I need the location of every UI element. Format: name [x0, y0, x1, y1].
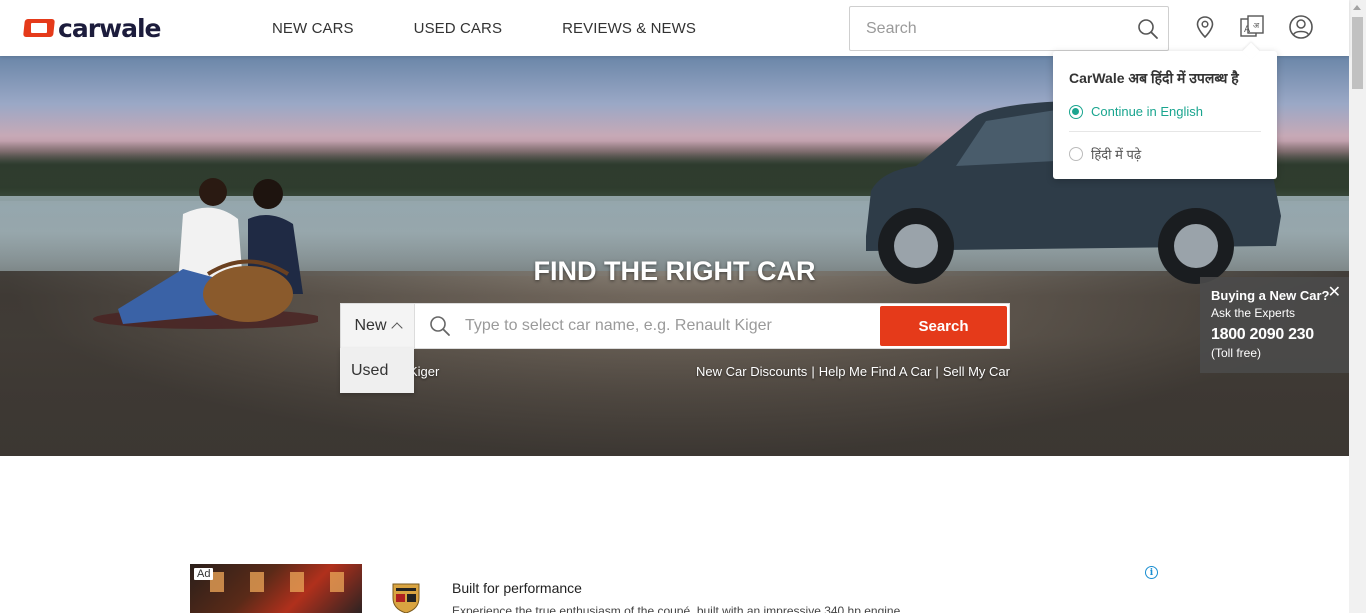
find-car-input[interactable]: [465, 304, 878, 348]
find-car-input-wrap: [415, 304, 878, 348]
experts-phone[interactable]: 1800 2090 230: [1211, 326, 1349, 344]
language-option-hindi[interactable]: हिंदी में पढ़े: [1069, 145, 1261, 163]
chevron-up-icon: [390, 322, 403, 334]
link-separator: |: [935, 364, 939, 379]
search-icon[interactable]: [1128, 7, 1168, 50]
ad-info-icon[interactable]: i: [1145, 566, 1158, 579]
nav-used-cars[interactable]: USED CARS: [414, 20, 502, 37]
radio-unselected-icon: [1069, 147, 1083, 161]
ask-experts-box[interactable]: Buying a New Car? Ask the Experts 1800 2…: [1200, 277, 1349, 373]
logo-wordmark: carwale: [58, 13, 162, 43]
car-type-toggle[interactable]: New: [341, 304, 415, 348]
link-sell-my-car[interactable]: Sell My Car: [943, 364, 1010, 379]
radio-selected-icon: [1069, 104, 1083, 119]
nav-reviews-news[interactable]: REVIEWS & NEWS: [562, 20, 696, 37]
car-type-label: New: [354, 317, 387, 334]
language-option-label: हिंदी में पढ़े: [1091, 147, 1142, 162]
experts-note: (Toll free): [1211, 346, 1262, 360]
nav-new-cars[interactable]: NEW CARS: [272, 20, 354, 37]
svg-text:अ: अ: [1253, 21, 1260, 30]
header-search-box: [849, 6, 1169, 51]
svg-text:A: A: [1244, 25, 1251, 35]
language-popup-title: CarWale अब हिंदी में उपलब्ध है: [1069, 70, 1239, 86]
find-car-search-bar: New Search: [340, 303, 1010, 349]
language-popup: CarWale अब हिंदी में उपलब्ध है Continue …: [1053, 51, 1277, 179]
search-icon: [415, 304, 465, 348]
language-option-english[interactable]: Continue in English: [1069, 104, 1261, 132]
ad-title[interactable]: Built for performance: [452, 580, 582, 596]
page-scrollbar[interactable]: [1349, 0, 1366, 613]
ad-image[interactable]: [190, 564, 362, 613]
porsche-crest-icon: [392, 583, 420, 613]
location-pin-icon[interactable]: [1192, 14, 1218, 40]
couple-picnic-image: [93, 178, 318, 329]
main-nav: NEW CARS USED CARS REVIEWS & NEWS: [272, 0, 756, 56]
link-new-car-discounts[interactable]: New Car Discounts: [696, 364, 807, 379]
site-header: carwale NEW CARS USED CARS REVIEWS & NEW…: [0, 0, 1349, 56]
carwale-logo[interactable]: carwale: [23, 13, 162, 43]
car-type-option-used[interactable]: Used: [340, 348, 414, 393]
hero-title: FIND THE RIGHT CAR: [533, 256, 816, 286]
scroll-up-arrow-icon[interactable]: [1353, 5, 1361, 10]
link-separator: |: [811, 364, 815, 379]
experts-subheading: Ask the Experts: [1211, 306, 1296, 320]
language-icon[interactable]: Aअ: [1239, 14, 1265, 40]
scrollbar-thumb[interactable]: [1352, 17, 1363, 89]
ad-badge: Ad: [194, 568, 214, 580]
close-icon[interactable]: ✕: [1328, 282, 1341, 302]
carwale-logo-mark-icon: [23, 17, 55, 39]
quick-links: New Car Discounts | Help Me Find A Car |…: [696, 364, 1010, 379]
link-help-me-find-a-car[interactable]: Help Me Find A Car: [819, 364, 932, 379]
ad-description: Experience the true enthusiasm of the co…: [452, 604, 904, 613]
user-account-icon[interactable]: [1288, 14, 1314, 40]
language-option-label: Continue in English: [1091, 104, 1204, 119]
header-search-input[interactable]: [850, 7, 1128, 50]
find-car-search-button[interactable]: Search: [880, 306, 1007, 346]
